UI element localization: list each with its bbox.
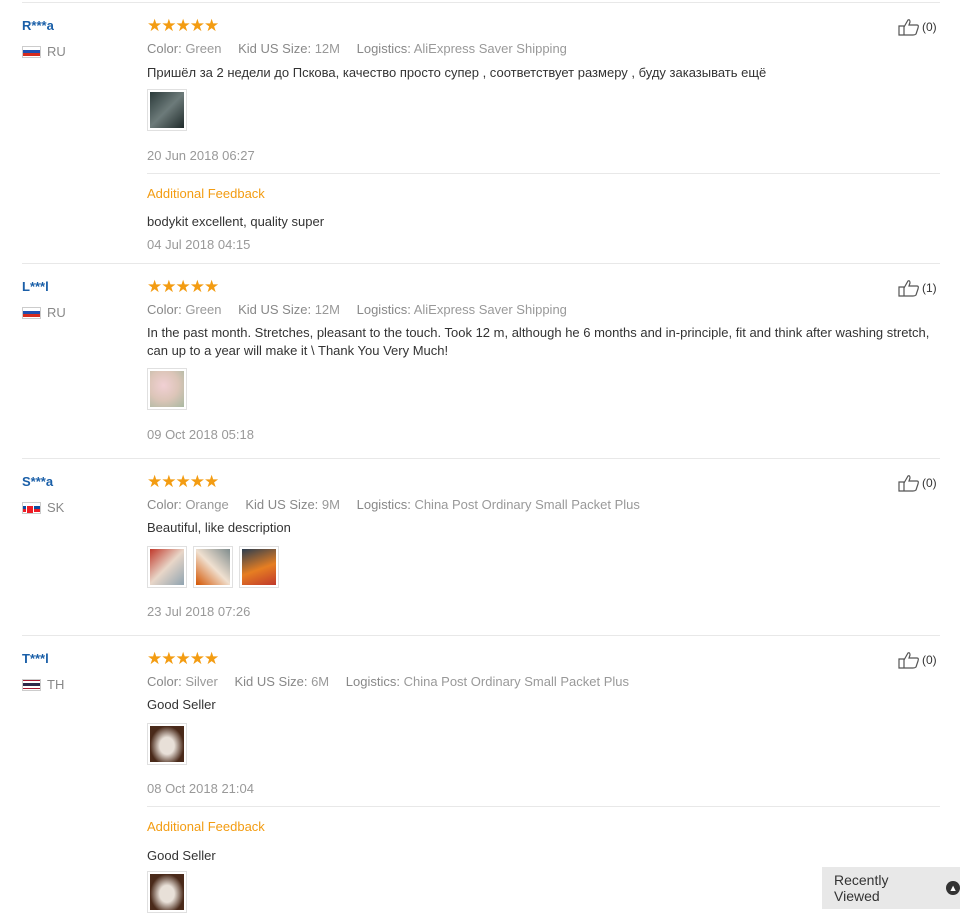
attr-color: Silver	[185, 674, 218, 689]
reviewer-name[interactable]: T***l	[22, 651, 49, 666]
attr-size: 12M	[314, 302, 340, 317]
attr-logistics: AliExpress Saver Shipping	[413, 41, 567, 56]
attr-size: 12M	[314, 41, 340, 56]
reviewer-name[interactable]: L***l	[22, 279, 49, 294]
review-text: Good Seller	[147, 697, 216, 712]
star-rating: ★★★★★	[147, 472, 219, 491]
review-date: 20 Jun 2018 06:27	[147, 148, 255, 163]
thumbs-up-icon	[898, 652, 919, 669]
review-text: In the past month. Stretches, pleasant t…	[147, 325, 930, 358]
thumbs-up-icon	[898, 475, 919, 492]
helpful-count: (0)	[922, 20, 937, 34]
thumbs-up-icon	[898, 19, 919, 36]
reviewer-country: RU	[22, 305, 66, 320]
review-date: 08 Oct 2018 21:04	[147, 781, 254, 796]
country-code: RU	[47, 44, 66, 59]
review-attributes: Color: Green Kid US Size: 12M Logistics:…	[147, 41, 567, 56]
thumbs-up-icon	[898, 280, 919, 297]
review-attributes: Color: Silver Kid US Size: 6M Logistics:…	[147, 674, 630, 689]
review-divider	[22, 263, 940, 264]
chevron-up-icon: ▲	[946, 881, 960, 895]
additional-feedback-date: 04 Jul 2018 04:15	[147, 237, 251, 252]
review-divider	[22, 458, 940, 459]
star-rating: ★★★★★	[147, 277, 219, 296]
helpful-count: (0)	[922, 476, 937, 490]
reviewer-country: SK	[22, 500, 64, 515]
review-photo[interactable]	[147, 368, 187, 410]
review-photo[interactable]	[147, 546, 187, 588]
divider	[147, 173, 940, 174]
review-attributes: Color: Orange Kid US Size: 9M Logistics:…	[147, 497, 640, 512]
country-code: TH	[47, 677, 65, 692]
attr-color: Green	[185, 41, 222, 56]
review-photo[interactable]	[193, 546, 233, 588]
attr-logistics: China Post Ordinary Small Packet Plus	[403, 674, 630, 689]
reviewer-name[interactable]: S***a	[22, 474, 53, 489]
attr-color: Green	[185, 302, 222, 317]
additional-feedback-text: Good Seller	[147, 848, 216, 863]
review-attributes: Color: Green Kid US Size: 12M Logistics:…	[147, 302, 567, 317]
review-date: 09 Oct 2018 05:18	[147, 427, 254, 442]
additional-feedback-text: bodykit excellent, quality super	[147, 214, 325, 229]
reviewer-country: TH	[22, 677, 64, 692]
additional-feedback-photos	[147, 871, 187, 913]
review-text: Пришёл за 2 недели до Пскова, качество п…	[147, 65, 767, 80]
review-photo[interactable]	[147, 89, 187, 131]
attr-size: 6M	[311, 674, 330, 689]
recently-viewed-label: Recently Viewed	[834, 872, 889, 904]
reviewer-name[interactable]: R***a	[22, 18, 54, 33]
review-photos	[147, 546, 279, 588]
review-photo[interactable]	[147, 871, 187, 913]
helpful-button[interactable]: (0)	[898, 474, 937, 492]
flag-ru-icon	[22, 45, 41, 58]
helpful-count: (1)	[922, 281, 937, 295]
additional-feedback-title: Additional Feedback	[147, 186, 265, 201]
divider	[147, 806, 940, 807]
helpful-count: (0)	[922, 653, 937, 667]
flag-sk-icon	[22, 501, 41, 514]
review-photo[interactable]	[147, 723, 187, 765]
review-photos	[147, 723, 187, 765]
country-code: RU	[47, 305, 66, 320]
review-photos	[147, 368, 187, 410]
attr-logistics: AliExpress Saver Shipping	[413, 302, 567, 317]
attr-size: 9M	[321, 497, 340, 512]
helpful-button[interactable]: (1)	[898, 279, 937, 297]
flag-ru-icon	[22, 306, 41, 319]
flag-th-icon	[22, 678, 41, 691]
star-rating: ★★★★★	[147, 649, 219, 668]
attr-color: Orange	[185, 497, 229, 512]
helpful-button[interactable]: (0)	[898, 651, 937, 669]
review-text: Beautiful, like description	[147, 520, 291, 535]
additional-feedback-title: Additional Feedback	[147, 819, 265, 834]
review-photo[interactable]	[239, 546, 279, 588]
helpful-button[interactable]: (0)	[898, 18, 937, 36]
top-divider	[22, 2, 940, 3]
reviewer-country: RU	[22, 44, 66, 59]
star-rating: ★★★★★	[147, 16, 219, 35]
review-photos	[147, 89, 187, 131]
review-divider	[22, 635, 940, 636]
review-date: 23 Jul 2018 07:26	[147, 604, 251, 619]
attr-logistics: China Post Ordinary Small Packet Plus	[414, 497, 640, 512]
country-code: SK	[47, 500, 65, 515]
recently-viewed-button[interactable]: Recently Viewed ▲	[822, 867, 960, 909]
